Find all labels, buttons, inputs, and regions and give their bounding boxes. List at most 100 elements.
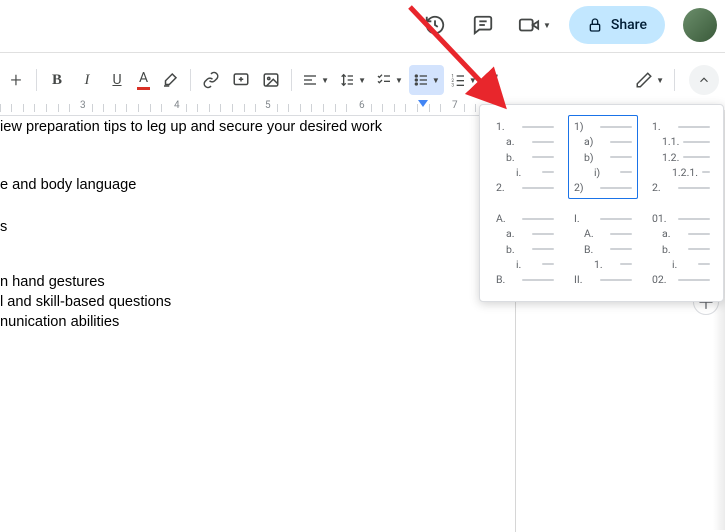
bold-button[interactable]: B bbox=[43, 65, 71, 95]
ruler-tick: 4 bbox=[174, 100, 180, 111]
highlighter-icon bbox=[161, 71, 179, 89]
add-comment-button[interactable] bbox=[227, 65, 255, 95]
list-style-option-zero-decimal-lower-alpha-roman[interactable]: 01.a.b.i.02. bbox=[646, 207, 716, 291]
chevron-down-icon: ▼ bbox=[432, 76, 440, 85]
highlight-button[interactable] bbox=[156, 65, 184, 95]
divider bbox=[190, 69, 191, 91]
list-style-preview-line bbox=[688, 233, 710, 235]
list-style-preview-label: 1. bbox=[496, 120, 518, 133]
list-style-preview-line bbox=[610, 233, 632, 235]
list-style-preview-line bbox=[620, 171, 632, 173]
document-text-line[interactable]: l and skill-based questions bbox=[0, 293, 171, 312]
list-style-preview-line bbox=[683, 141, 710, 143]
document-text-line[interactable]: iew preparation tips to leg up and secur… bbox=[0, 118, 382, 137]
numbered-list-button[interactable]: 123 ▼ bbox=[446, 65, 481, 95]
chevron-down-icon: ▼ bbox=[656, 76, 664, 85]
ruler-tick: 6 bbox=[359, 100, 365, 111]
version-history-button[interactable] bbox=[418, 8, 452, 42]
divider bbox=[291, 69, 292, 91]
list-style-preview-label: a. bbox=[662, 227, 684, 240]
list-style-preview-line bbox=[522, 218, 554, 220]
list-style-preview-label: 1. bbox=[652, 120, 674, 133]
list-style-preview-line bbox=[678, 126, 710, 128]
insert-plus-button[interactable]: + bbox=[2, 65, 30, 95]
chevron-down-icon: ▼ bbox=[395, 76, 403, 85]
list-style-preview-label: b) bbox=[584, 151, 606, 164]
list-style-preview-line bbox=[522, 187, 554, 189]
collapse-toolbar-button[interactable] bbox=[689, 65, 719, 95]
chevron-down-icon: ▼ bbox=[321, 76, 329, 85]
list-style-preview-line bbox=[688, 248, 710, 250]
list-style-preview-line bbox=[610, 156, 632, 158]
list-style-preview-line bbox=[600, 126, 632, 128]
list-style-preview-label: I. bbox=[574, 212, 596, 225]
comments-button[interactable] bbox=[466, 8, 500, 42]
list-style-preview-label: 2) bbox=[574, 181, 596, 194]
meet-button[interactable]: ▼ bbox=[514, 14, 555, 36]
list-style-preview-line bbox=[600, 279, 632, 281]
list-style-preview-label: 1.1. bbox=[662, 135, 679, 148]
list-style-preview-line bbox=[542, 171, 554, 173]
list-style-preview-label: 1. bbox=[594, 258, 616, 271]
list-style-option-legal-decimal[interactable]: 1.1.1.1.2.1.2.1.2. bbox=[646, 115, 716, 199]
ruler-right-indent-marker[interactable] bbox=[418, 100, 428, 107]
list-style-preview-line bbox=[600, 218, 632, 220]
line-spacing-button[interactable]: ▼ bbox=[335, 65, 370, 95]
list-style-preview-line bbox=[683, 156, 710, 158]
document-canvas[interactable]: iew preparation tips to leg up and secur… bbox=[0, 118, 515, 532]
header-divider bbox=[0, 52, 725, 53]
ruler-tick: 7 bbox=[452, 100, 458, 111]
list-style-preview-line bbox=[702, 171, 710, 173]
horizontal-ruler[interactable]: 234567 bbox=[0, 100, 515, 116]
checklist-icon bbox=[376, 72, 392, 88]
list-style-preview-label: A. bbox=[584, 227, 606, 240]
list-style-preview-line bbox=[678, 279, 710, 281]
list-style-preview-line bbox=[678, 218, 710, 220]
underline-button[interactable]: U bbox=[103, 65, 131, 95]
editing-mode-button[interactable]: ▼ bbox=[631, 65, 668, 95]
bulleted-list-button[interactable]: ▼ bbox=[409, 65, 444, 95]
ruler-tick: 3 bbox=[80, 100, 86, 111]
document-text-line[interactable]: s bbox=[0, 218, 7, 237]
list-style-preview-label: 2. bbox=[496, 181, 518, 194]
list-style-preview-label: 01. bbox=[652, 212, 674, 225]
account-avatar[interactable] bbox=[683, 8, 717, 42]
chevron-down-icon: ▼ bbox=[358, 76, 366, 85]
list-style-preview-label: 2. bbox=[652, 181, 674, 194]
header-actions: ▼ Share bbox=[418, 6, 717, 44]
checklist-button[interactable]: ▼ bbox=[372, 65, 407, 95]
list-style-preview-line bbox=[532, 141, 554, 143]
list-style-option-decimal-alpha-roman[interactable]: 1.a.b.i.2. bbox=[490, 115, 560, 199]
share-button[interactable]: Share bbox=[569, 6, 665, 44]
chevron-down-icon: ▼ bbox=[469, 76, 477, 85]
ruler-tick: 5 bbox=[265, 100, 271, 111]
insert-link-button[interactable] bbox=[197, 65, 225, 95]
list-style-preview-label: b. bbox=[662, 243, 684, 256]
list-style-option-upper-roman-upper-alpha-decimal[interactable]: I.A.B.1.II. bbox=[568, 207, 638, 291]
more-format-overflow-button[interactable]: ⋮ bbox=[483, 65, 511, 95]
text-color-button[interactable]: A bbox=[133, 65, 154, 95]
lock-icon bbox=[587, 17, 603, 33]
image-icon bbox=[262, 71, 280, 89]
numbered-list-icon: 123 bbox=[450, 72, 466, 88]
list-style-preview-line bbox=[522, 126, 554, 128]
italic-button[interactable]: I bbox=[73, 65, 101, 95]
list-style-option-paren-decimal-alpha-roman[interactable]: 1)a)b)i)2) bbox=[568, 115, 638, 199]
list-style-option-upper-alpha-lower-alpha-roman[interactable]: A.a.b.i.B. bbox=[490, 207, 560, 291]
document-text-line[interactable]: e and body language bbox=[0, 176, 136, 195]
chevron-down-icon: ▼ bbox=[543, 21, 551, 30]
list-style-preview-label: i) bbox=[594, 166, 616, 179]
list-style-preview-label: a. bbox=[506, 135, 528, 148]
list-style-preview-line bbox=[698, 263, 710, 265]
comment-plus-icon bbox=[232, 71, 250, 89]
document-text-line[interactable]: n hand gestures bbox=[0, 273, 105, 292]
svg-text:3: 3 bbox=[451, 83, 454, 88]
numbered-list-style-popover: 1.a.b.i.2.1)a)b)i)2)1.1.1.1.2.1.2.1.2.A.… bbox=[479, 104, 724, 302]
document-text-line[interactable]: nunication abilities bbox=[0, 313, 119, 332]
list-style-preview-label: a) bbox=[584, 135, 606, 148]
list-style-preview-line bbox=[610, 141, 632, 143]
insert-image-button[interactable] bbox=[257, 65, 285, 95]
list-style-preview-line bbox=[522, 279, 554, 281]
align-button[interactable]: ▼ bbox=[298, 65, 333, 95]
list-style-preview-label: a. bbox=[506, 227, 528, 240]
